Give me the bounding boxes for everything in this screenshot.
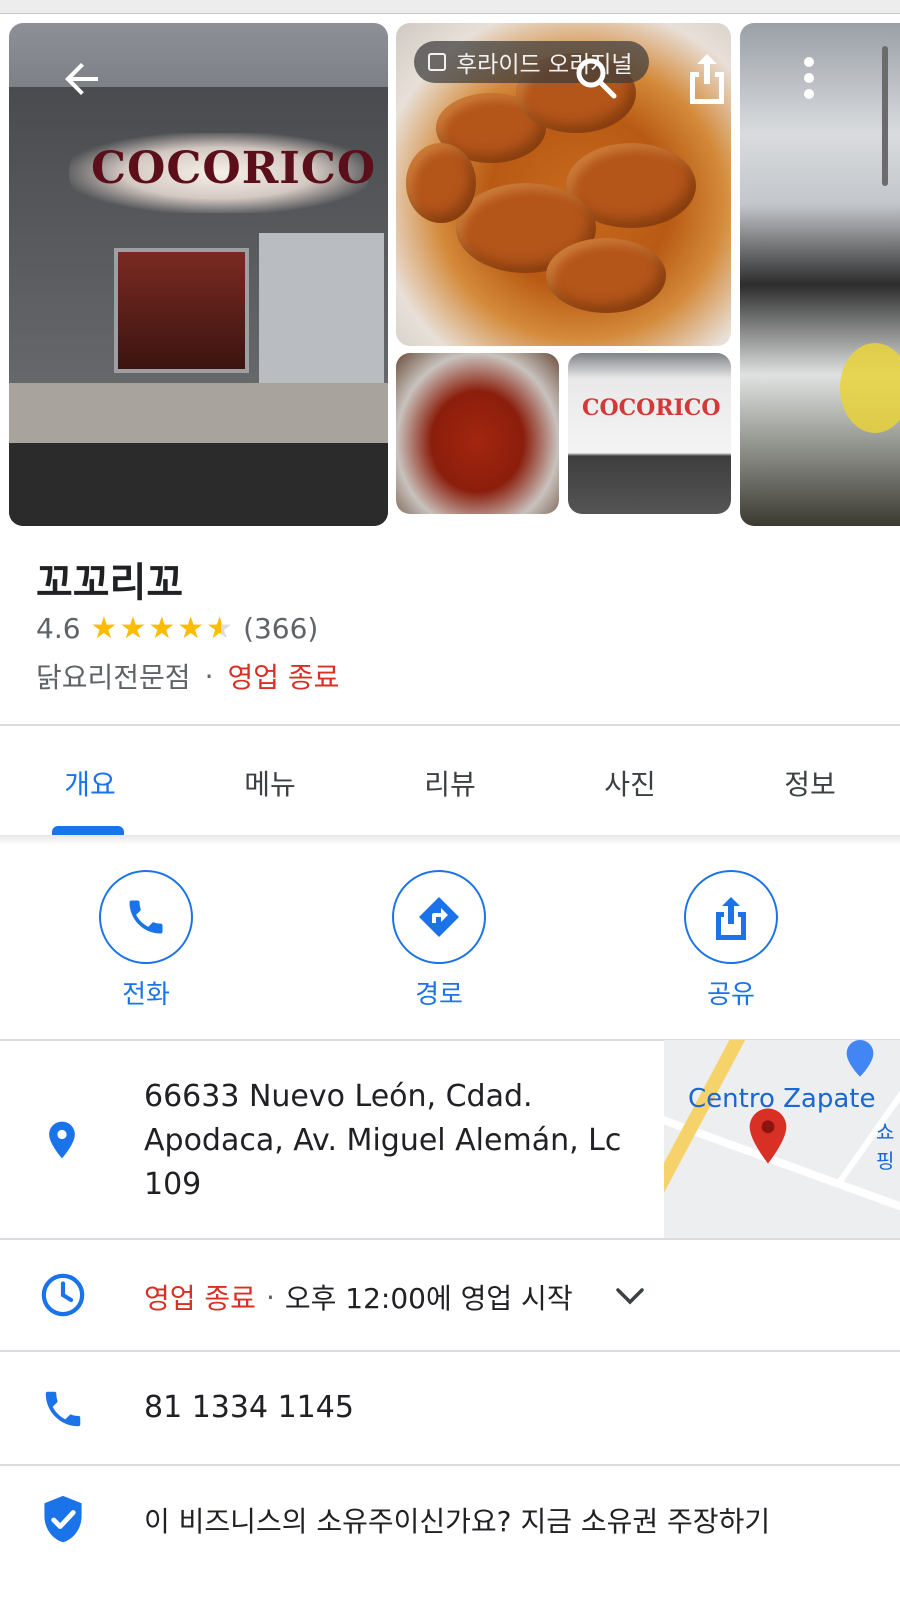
status-bar-edge xyxy=(0,0,900,14)
address-icon-wrap xyxy=(40,1116,84,1168)
more-options-button[interactable] xyxy=(800,56,818,100)
phone-icon-wrap xyxy=(40,1386,86,1436)
tab-active-indicator xyxy=(52,826,124,835)
address-text[interactable]: 66633 Nuevo León, Cdad. Apodaca, Av. Mig… xyxy=(144,1075,624,1207)
phone-icon xyxy=(45,1391,81,1427)
storefront-sign-text: COCORICO xyxy=(91,143,377,194)
back-arrow-icon xyxy=(65,63,98,95)
phone-number[interactable]: 81 1334 1145 xyxy=(144,1390,354,1425)
star-icon: ★ xyxy=(148,610,176,646)
egg-topping xyxy=(840,343,900,433)
more-vert-icon xyxy=(804,57,814,99)
tab-bar: 개요 메뉴 리뷰 사진 정보 xyxy=(0,743,900,835)
hours-summary[interactable]: 영업 종료 · 오후 12:00에 영업 시작 xyxy=(144,1277,573,1317)
chevron-down-icon xyxy=(616,1288,644,1305)
address-line-3: 109 xyxy=(144,1167,202,1202)
tab-about[interactable]: 정보 xyxy=(720,743,900,835)
tab-menu[interactable]: 메뉴 xyxy=(180,743,360,835)
share-icon xyxy=(716,897,746,940)
category-label: 닭요리전문점 xyxy=(36,661,191,694)
photo-rice-bowl[interactable] xyxy=(740,23,900,526)
hours-icon-wrap xyxy=(40,1272,86,1322)
address-line-2: Apodaca, Av. Miguel Alemán, Lc xyxy=(144,1123,622,1158)
chicken-piece xyxy=(406,143,476,223)
call-label: 전화 xyxy=(122,980,170,1010)
search-icon xyxy=(576,58,617,99)
storefront-door xyxy=(114,248,249,373)
rating-stars: ★ ★ ★ ★ ★ xyxy=(90,610,234,646)
map-pin-icon xyxy=(846,1040,874,1077)
carousel-scrollbar xyxy=(882,46,888,186)
tab-reviews[interactable]: 리뷰 xyxy=(360,743,540,835)
share-icon xyxy=(690,54,724,104)
back-button[interactable] xyxy=(58,55,106,103)
star-icon: ★ xyxy=(177,610,205,646)
hours-expand-button[interactable] xyxy=(614,1282,646,1310)
star-icon: ★ xyxy=(90,610,118,646)
storefront-ground xyxy=(9,443,388,526)
clock-icon xyxy=(41,1273,85,1317)
separator-dot: · xyxy=(265,1280,275,1314)
tab-overview[interactable]: 개요 xyxy=(0,743,180,835)
location-pin-icon xyxy=(49,1121,75,1159)
separator-dot: · xyxy=(204,659,214,693)
storefront-wall xyxy=(259,233,384,388)
star-half-icon: ★ xyxy=(206,610,234,646)
category-row: 닭요리전문점 · 영업 종료 xyxy=(36,656,339,696)
hours-next-open: 오후 12:00에 영업 시작 xyxy=(284,1282,573,1315)
review-count: (366) xyxy=(243,612,319,645)
call-button[interactable]: 전화 xyxy=(96,870,196,1011)
photo-carousel[interactable]: COCORICO COCORICO xyxy=(0,14,900,526)
tab-bar-shadow xyxy=(0,835,900,845)
rating-value: 4.6 xyxy=(36,612,81,645)
directions-button-circle[interactable] xyxy=(392,870,486,964)
claim-business-link[interactable]: 이 비즈니스의 소유주이신가요? 지금 소유권 주장하기 xyxy=(144,1500,770,1540)
map-thumbnail[interactable]: Centro Zapate 쇼핑 xyxy=(664,1040,900,1238)
share-button-circle[interactable] xyxy=(684,870,778,964)
share-label: 공유 xyxy=(707,980,755,1010)
divider xyxy=(0,1350,900,1352)
directions-icon xyxy=(419,897,459,937)
directions-button[interactable]: 경로 xyxy=(389,870,489,1011)
tab-photos[interactable]: 사진 xyxy=(540,743,720,835)
map-pin-icon xyxy=(749,1108,787,1164)
call-button-circle[interactable] xyxy=(99,870,193,964)
photo-spicy-chicken[interactable] xyxy=(396,353,559,514)
status-badge: 영업 종료 xyxy=(227,661,340,694)
phone-icon xyxy=(129,900,163,934)
divider xyxy=(0,724,900,726)
photo-icon xyxy=(428,53,446,71)
divider xyxy=(0,1238,900,1240)
chicken-piece xyxy=(546,238,666,313)
star-icon: ★ xyxy=(119,610,147,646)
directions-label: 경로 xyxy=(415,980,463,1010)
share-button[interactable]: 공유 xyxy=(681,870,781,1011)
address-line-1: 66633 Nuevo León, Cdad. xyxy=(144,1079,533,1114)
map-place-sublabel: 쇼핑 xyxy=(876,1120,895,1173)
search-button[interactable] xyxy=(572,54,620,102)
storefront-floor xyxy=(9,383,388,443)
verified-shield-icon xyxy=(44,1495,82,1543)
share-header-button[interactable] xyxy=(684,50,730,106)
place-title: 꼬꼬리꼬 xyxy=(36,560,184,606)
small-sign-text: COCORICO xyxy=(582,395,721,421)
claim-icon-wrap xyxy=(40,1494,86,1550)
rating-row[interactable]: 4.6 ★ ★ ★ ★ ★ (366) xyxy=(36,612,318,645)
photo-sign[interactable]: COCORICO xyxy=(568,353,731,514)
divider xyxy=(0,1464,900,1466)
hours-status: 영업 종료 xyxy=(144,1282,256,1315)
